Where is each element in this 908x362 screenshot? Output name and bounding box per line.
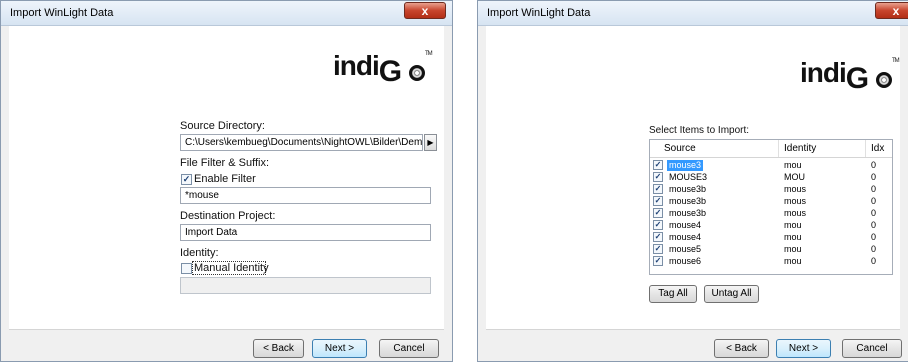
list-header: Source Identity Idx — [650, 140, 892, 158]
item-identity: mous — [784, 196, 807, 206]
column-identity[interactable]: Identity — [784, 143, 816, 154]
title-bar: Import WinLight Data x — [478, 1, 908, 26]
next-button[interactable]: Next > — [312, 339, 367, 358]
untag-all-button[interactable]: Untag All — [704, 285, 759, 303]
item-source: mouse6 — [669, 256, 702, 266]
tag-all-button[interactable]: Tag All — [649, 285, 697, 303]
next-button[interactable]: Next > — [776, 339, 831, 358]
item-checkbox[interactable]: ✓ — [653, 220, 663, 230]
divider — [486, 329, 900, 330]
item-source: mouse4 — [669, 220, 702, 230]
item-checkbox[interactable]: ✓ — [653, 172, 663, 182]
item-source: MOUSE3 — [669, 172, 708, 182]
source-directory-label: Source Directory: — [180, 120, 265, 132]
item-identity: mou — [784, 160, 802, 170]
back-button[interactable]: < Back — [714, 339, 769, 358]
lens-icon — [876, 72, 892, 88]
item-identity: mou — [784, 256, 802, 266]
destination-project-input[interactable]: Import Data — [180, 224, 431, 241]
browse-button[interactable]: ▶ — [424, 134, 437, 151]
manual-identity-checkbox[interactable] — [181, 263, 192, 274]
list-item[interactable]: ✓ mouse3b mous 0 — [650, 184, 892, 195]
content-panel: indiG TM Source Directory: C:\Users\kemb… — [9, 26, 444, 329]
list-item[interactable]: ✓ mouse6 mou 0 — [650, 256, 892, 267]
list-item[interactable]: ✓ mouse4 mou 0 — [650, 232, 892, 243]
item-idx: 0 — [871, 232, 877, 242]
items-list[interactable]: Source Identity Idx ✓ mouse3 mou 0 ✓ MOU… — [649, 139, 893, 275]
item-source: mouse5 — [669, 244, 702, 254]
window-title: Import WinLight Data — [10, 7, 114, 19]
column-idx[interactable]: Idx — [871, 143, 884, 154]
item-checkbox[interactable]: ✓ — [653, 160, 663, 170]
item-identity: mou — [784, 244, 802, 254]
indigo-logo: indiG TM — [333, 49, 433, 88]
identity-input[interactable] — [180, 277, 431, 294]
item-idx: 0 — [871, 172, 877, 182]
lens-icon — [409, 65, 425, 81]
item-source: mouse4 — [669, 232, 702, 242]
item-checkbox[interactable]: ✓ — [653, 196, 663, 206]
column-divider — [865, 140, 866, 157]
close-button[interactable]: x — [875, 2, 908, 19]
item-checkbox[interactable]: ✓ — [653, 256, 663, 266]
enable-filter-label: Enable Filter — [194, 173, 256, 185]
select-items-label: Select Items to Import: — [649, 125, 750, 136]
logo-tm: TM — [892, 58, 900, 64]
item-identity: mous — [784, 184, 807, 194]
file-filter-label: File Filter & Suffix: — [180, 157, 270, 169]
item-checkbox[interactable]: ✓ — [653, 244, 663, 254]
content-panel: indiG TM Select Items to Import: Source … — [486, 26, 900, 329]
logo-g: G — [378, 55, 402, 88]
item-identity: mous — [784, 208, 807, 218]
item-checkbox[interactable]: ✓ — [653, 184, 663, 194]
window-title: Import WinLight Data — [487, 7, 591, 19]
item-source: mouse3b — [669, 184, 707, 194]
item-identity: mou — [784, 220, 802, 230]
logo-text: indi — [800, 57, 847, 88]
item-idx: 0 — [871, 184, 877, 194]
item-idx: 0 — [871, 244, 877, 254]
destination-project-label: Destination Project: — [180, 210, 276, 222]
source-directory-input[interactable]: C:\Users\kembueg\Documents\NightOWL\Bild… — [180, 134, 423, 151]
list-item[interactable]: ✓ MOUSE3 MOU 0 — [650, 172, 892, 183]
item-idx: 0 — [871, 196, 877, 206]
back-button[interactable]: < Back — [253, 339, 304, 358]
column-divider — [778, 140, 779, 157]
item-source: mouse3 — [667, 160, 704, 171]
list-item[interactable]: ✓ mouse3 mou 0 — [650, 160, 892, 171]
list-item[interactable]: ✓ mouse3b mous 0 — [650, 208, 892, 219]
logo-text: indi — [333, 50, 380, 81]
enable-filter-checkbox[interactable]: ✓ — [181, 174, 192, 185]
indigo-logo: indiG TM — [800, 56, 900, 95]
logo-tm: TM — [425, 51, 433, 57]
logo-g: G — [845, 62, 869, 95]
column-source[interactable]: Source — [664, 143, 696, 154]
title-bar: Import WinLight Data x — [1, 1, 452, 26]
item-identity: mou — [784, 232, 802, 242]
close-button[interactable]: x — [404, 2, 446, 19]
divider — [9, 329, 444, 330]
identity-label: Identity: — [180, 247, 219, 259]
list-item[interactable]: ✓ mouse4 mou 0 — [650, 220, 892, 231]
item-idx: 0 — [871, 160, 877, 170]
manual-identity-label: Manual Identity — [194, 262, 269, 274]
filter-input[interactable]: *mouse — [180, 187, 431, 204]
item-idx: 0 — [871, 220, 877, 230]
item-idx: 0 — [871, 256, 877, 266]
item-source: mouse3b — [669, 208, 707, 218]
list-item[interactable]: ✓ mouse3b mous 0 — [650, 196, 892, 207]
item-source: mouse3b — [669, 196, 707, 206]
import-dialog-step2: Import WinLight Data x indiG TM Select I… — [477, 0, 908, 362]
cancel-button[interactable]: Cancel — [842, 339, 902, 358]
cancel-button[interactable]: Cancel — [379, 339, 439, 358]
item-idx: 0 — [871, 208, 877, 218]
import-dialog-step1: Import WinLight Data x indiG TM Source D… — [0, 0, 453, 362]
list-item[interactable]: ✓ mouse5 mou 0 — [650, 244, 892, 255]
item-identity: MOU — [784, 172, 805, 182]
item-checkbox[interactable]: ✓ — [653, 208, 663, 218]
item-checkbox[interactable]: ✓ — [653, 232, 663, 242]
